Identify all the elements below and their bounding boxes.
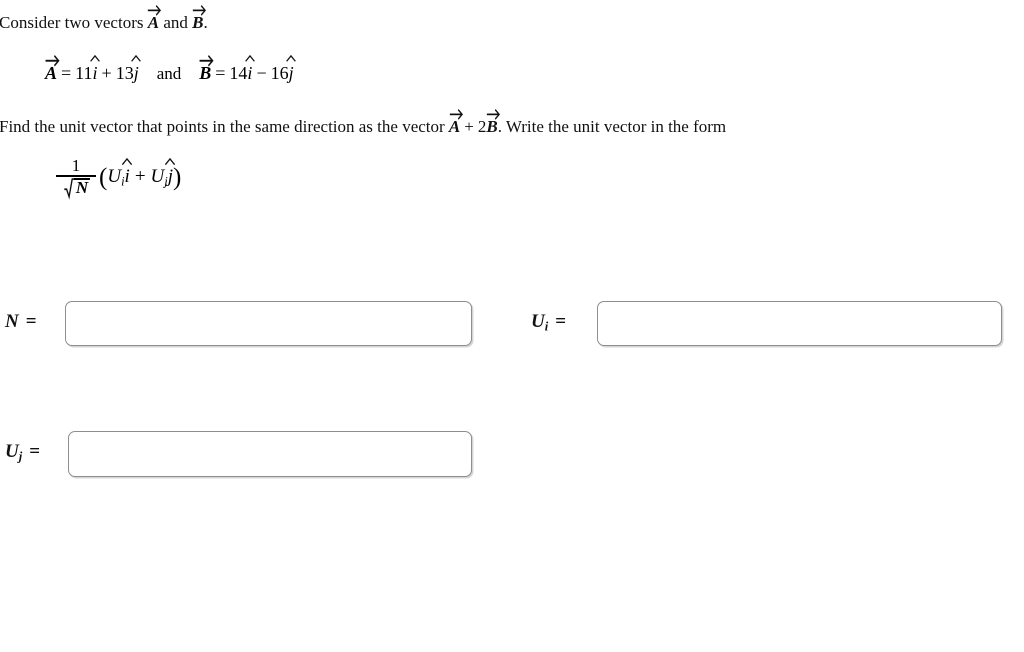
radical-sign-icon — [64, 177, 75, 200]
u-i-term: Ui — [107, 166, 124, 188]
vector-definitions-equation: A = 11 i +13 j and B = 14 i −16 j — [45, 54, 296, 84]
uj-input[interactable] — [68, 431, 472, 477]
hat-accent-icon — [244, 54, 255, 62]
u-j-term: Uj — [151, 166, 168, 188]
hat-accent-icon — [286, 54, 297, 62]
intro-text-before: Consider two vectors — [0, 13, 148, 32]
vector-a-symbol: A — [448, 108, 463, 137]
instruction-text-part2: . Write the unit vector in the form — [497, 117, 727, 136]
vector-b-symbol: B — [192, 4, 206, 33]
open-paren: ( — [99, 163, 108, 191]
i-hat-letter-2: i — [247, 63, 253, 83]
conjunction-and: and — [156, 64, 182, 83]
answer-label-uj: Uj = — [5, 441, 40, 463]
a-j-coefficient: 13 — [115, 63, 134, 83]
hat-accent-icon — [131, 54, 142, 62]
instruction-text-part1: Find the unit vector that points in the … — [0, 117, 449, 136]
instruction-sentence: Find the unit vector that points in the … — [0, 108, 727, 137]
plus-sign: + — [134, 166, 146, 188]
vector-b-letter: B — [199, 63, 212, 83]
vector-b-letter: B — [192, 13, 204, 32]
equals-sign: = — [29, 441, 41, 462]
vector-a-letter: A — [45, 63, 58, 83]
radicand-n: N — [73, 177, 91, 197]
minus-sign: − — [256, 63, 267, 83]
square-root-of-n: N — [63, 177, 91, 200]
u-letter-2: U — [150, 166, 165, 188]
plus-sign: + — [464, 117, 474, 136]
hat-accent-icon — [121, 157, 133, 166]
j-hat-symbol-2: j — [286, 54, 296, 84]
i-hat-symbol: i — [90, 54, 100, 84]
j-hat-letter: j — [133, 63, 139, 83]
intro-text-after: . — [203, 13, 208, 32]
vector-arrow-icon — [199, 54, 214, 67]
vector-arrow-icon — [45, 54, 60, 67]
equals-sign: = — [61, 63, 72, 83]
fraction-numerator: 1 — [71, 156, 81, 175]
equals-sign-2: = — [215, 63, 226, 83]
equals-sign: = — [25, 311, 37, 332]
vector-a-letter: A — [147, 13, 160, 32]
answer-label-n: N = — [5, 311, 37, 333]
i-hat-symbol-2: i — [245, 54, 255, 84]
i-hat-letter: i — [92, 63, 98, 83]
vector-arrow-icon — [486, 108, 501, 120]
one-over-sqrt-n-fraction: 1 N — [56, 156, 96, 200]
hat-accent-icon — [89, 54, 100, 62]
intro-sentence: Consider two vectors A and B. — [0, 4, 208, 33]
n-input[interactable] — [65, 301, 472, 346]
vector-a-symbol: A — [45, 55, 60, 84]
plus-sign: + — [101, 63, 112, 83]
close-paren: ) — [173, 163, 182, 191]
intro-text-between: and — [159, 13, 193, 32]
fraction-denominator: N — [59, 177, 93, 200]
vector-a-letter: A — [448, 117, 461, 136]
vector-b-symbol: B — [199, 55, 214, 84]
answer-label-ui: Ui = — [531, 311, 566, 333]
vector-b-symbol: B — [486, 108, 501, 137]
vector-arrow-icon — [449, 108, 463, 120]
j-hat-symbol: j — [131, 54, 142, 84]
ui-input[interactable] — [597, 301, 1002, 346]
vector-arrow-icon — [148, 4, 162, 16]
b-j-coefficient: 16 — [270, 63, 289, 83]
n-symbol: N — [5, 311, 19, 332]
a-i-coefficient: 11 — [75, 63, 93, 83]
equals-sign: = — [555, 311, 567, 332]
j-hat-letter-2: j — [288, 63, 294, 83]
u-symbol: U — [5, 441, 19, 462]
b-i-coefficient: 14 — [229, 63, 248, 83]
i-hat-symbol: i — [122, 157, 133, 188]
vector-b-letter: B — [486, 117, 498, 136]
u-letter: U — [107, 166, 122, 188]
vector-a-symbol: A — [147, 4, 162, 33]
i-hat-letter: i — [124, 166, 130, 188]
unit-vector-form-formula: 1 N ( Ui i + Uj j ) — [56, 156, 182, 200]
u-symbol: U — [531, 311, 545, 332]
vector-arrow-icon — [192, 4, 206, 16]
